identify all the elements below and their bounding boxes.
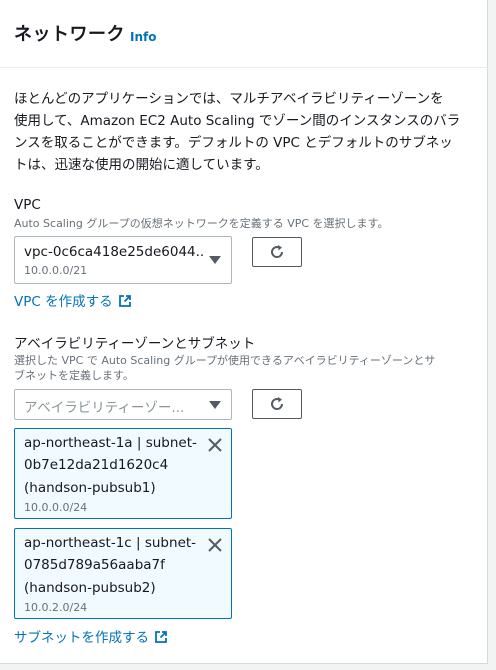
subnet-token-line: (handson-pubsub2) bbox=[24, 580, 156, 596]
description-line: ほとんどのアプリケーションでは、マルチアベイラビリティーゾーンを bbox=[14, 91, 444, 107]
description-line: 使用して、Amazon EC2 Auto Scaling でゾーン間のインスタン… bbox=[14, 113, 461, 129]
subnet-token: ap-northeast-1c | subnet- 0785d789a56aab… bbox=[14, 528, 232, 619]
external-link-icon bbox=[118, 295, 131, 307]
page-title: ネットワーク bbox=[14, 24, 125, 45]
vpc-hint: Auto Scaling グループの仮想ネットワークを定義する VPC を選択し… bbox=[14, 217, 389, 230]
close-icon[interactable] bbox=[207, 537, 223, 553]
vpc-select[interactable]: vpc-0c6ca418e25de6044... 10.0.0.0/21 bbox=[14, 236, 232, 284]
info-link[interactable]: Info bbox=[130, 30, 156, 44]
subnet-select-placeholder: アベイラビリティーゾー... bbox=[24, 400, 185, 416]
create-vpc-link[interactable]: VPC を作成する bbox=[14, 290, 132, 310]
network-description: ほとんどのアプリケーションでは、マルチアベイラビリティーゾーンを 使用して、Am… bbox=[14, 88, 474, 176]
subnets-label: アベイラビリティーゾーンとサブネット bbox=[14, 336, 256, 352]
refresh-icon bbox=[271, 245, 284, 258]
subnet-token-cidr: 10.0.0.0/24 bbox=[24, 501, 88, 514]
create-subnet-link-label: サブネットを作成する bbox=[14, 630, 149, 646]
vpc-label: VPC bbox=[14, 197, 41, 213]
subnet-token-line: ap-northeast-1a | subnet- bbox=[24, 435, 197, 451]
subnet-token-cidr: 10.0.2.0/24 bbox=[24, 601, 88, 614]
vpc-selected-id: vpc-0c6ca418e25de6044... bbox=[24, 244, 204, 260]
description-line: ンスを取ることができます。デフォルトの VPC とデフォルトのサブネッ bbox=[14, 135, 453, 151]
subnet-select[interactable]: アベイラビリティーゾー... bbox=[14, 389, 232, 420]
subnet-token-line: 0b7e12da21d1620c4 bbox=[24, 457, 169, 473]
subnets-hint-line: ブネットを定義します。 bbox=[14, 369, 134, 382]
subnet-token: ap-northeast-1a | subnet- 0b7e12da21d162… bbox=[14, 428, 232, 519]
create-vpc-link-label: VPC を作成する bbox=[14, 294, 113, 310]
caret-down-icon bbox=[209, 256, 221, 264]
close-icon[interactable] bbox=[207, 437, 223, 453]
vpc-selected-cidr: 10.0.0.0/21 bbox=[24, 264, 88, 277]
network-panel: ネットワーク Info ほとんどのアプリケーションでは、マルチアベイラビリティー… bbox=[0, 0, 488, 664]
subnets-hint-line: 選択した VPC で Auto Scaling グループが使用できるアベイラビリ… bbox=[14, 354, 436, 367]
subnet-refresh-button[interactable] bbox=[252, 389, 302, 419]
caret-down-icon bbox=[209, 401, 221, 409]
subnet-token-line: ap-northeast-1c | subnet- bbox=[24, 535, 197, 551]
create-subnet-link[interactable]: サブネットを作成する bbox=[14, 626, 168, 646]
subnets-hint: 選択した VPC で Auto Scaling グループが使用できるアベイラビリ… bbox=[14, 353, 435, 383]
subnet-token-line: 0785d789a56aaba7f bbox=[24, 557, 165, 573]
description-line: トは、迅速な使用の開始に適しています。 bbox=[14, 157, 269, 173]
vpc-refresh-button[interactable] bbox=[252, 237, 302, 267]
refresh-icon bbox=[271, 397, 284, 410]
panel-header: ネットワーク Info bbox=[0, 0, 488, 68]
subnet-token-line: (handson-pubsub1) bbox=[24, 480, 156, 496]
external-link-icon bbox=[155, 631, 167, 643]
